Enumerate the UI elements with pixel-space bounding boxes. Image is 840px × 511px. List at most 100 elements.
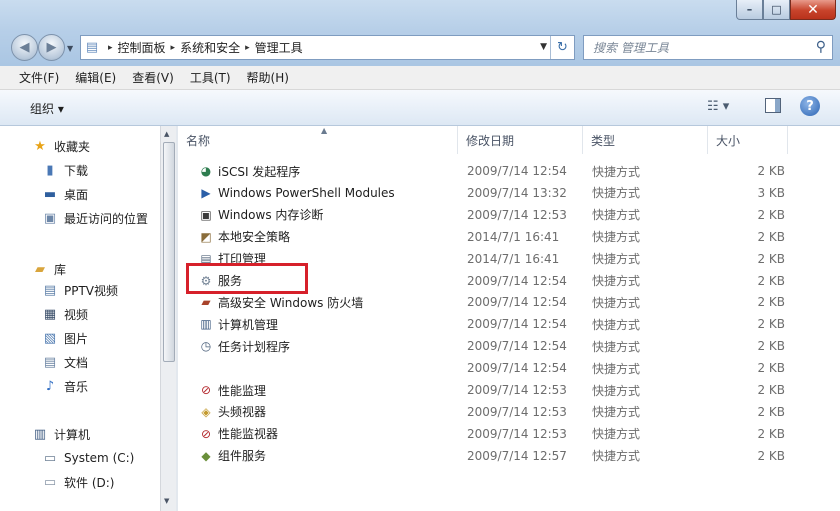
breadcrumb-admin-tools[interactable]: 管理工具 — [255, 39, 303, 56]
sidebar-item[interactable]: ▤ 文档 — [41, 352, 88, 372]
breadcrumb-control-panel[interactable]: 控制面板 — [118, 39, 166, 56]
file-size: 2 KB — [757, 426, 785, 441]
sidebar-item[interactable]: ▤ PPTV视频 — [41, 280, 118, 300]
search-input[interactable]: 搜索 管理工具 ⚲ — [583, 35, 833, 60]
preview-pane-icon[interactable] — [765, 98, 781, 113]
change-view-icon[interactable]: ☷ ▾ — [707, 99, 729, 114]
scroll-down-icon[interactable]: ▼ — [164, 497, 169, 505]
address-dropdown-icon[interactable]: ▼ — [540, 42, 547, 52]
file-type: 快捷方式 — [592, 295, 641, 310]
sidebar-item[interactable]: ♪ 音乐 — [41, 376, 88, 396]
performance-monitor-icon: ⊘ — [200, 383, 212, 397]
search-icon[interactable]: ⚲ — [816, 39, 826, 55]
file-row[interactable]: ◈ 头频视器 2009/7/14 12:53 快捷方式 2 KB — [178, 401, 840, 423]
file-row[interactable]: ▶ Windows PowerShell Modules 2009/7/14 13:… — [178, 182, 840, 204]
file-row[interactable]: ▰ 高级安全 Windows 防火墙 2009/7/14 12:54 快捷方式 2 KB — [178, 291, 840, 313]
file-type: 快捷方式 — [592, 405, 641, 420]
menu-tools[interactable]: 工具(T) — [190, 69, 231, 86]
sidebar-item[interactable]: ▣ 最近访问的位置 — [41, 208, 148, 228]
chevron-right-icon[interactable]: ▸ — [108, 43, 113, 53]
refresh-button[interactable]: ↻ — [550, 36, 574, 59]
file-row[interactable]: ◕ iSCSI 发起程序 2009/7/14 12:54 快捷方式 2 KB — [178, 160, 840, 182]
chevron-right-icon[interactable]: ▸ — [245, 43, 250, 53]
column-header-name[interactable]: 名称 — [178, 126, 458, 154]
file-date: 2009/7/14 12:53 — [467, 426, 567, 441]
sidebar-item[interactable]: ▬ 桌面 — [41, 184, 88, 204]
sidebar-item-label: 最近访问的位置 — [64, 211, 149, 226]
sidebar-group-0[interactable]: ★ 收藏夹 — [31, 136, 90, 156]
recent-pages-button[interactable]: ▼ — [67, 44, 73, 53]
file-row[interactable]: ◩ 本地安全策略 2014/7/1 16:41 快捷方式 2 KB — [178, 226, 840, 248]
forward-arrow-icon: ▶ — [46, 40, 57, 55]
file-name: ◩ 本地安全策略 — [198, 226, 290, 248]
close-button[interactable]: ✕ — [790, 0, 836, 20]
file-row[interactable]: ◆ 组件服务 2009/7/14 12:57 快捷方式 2 KB — [178, 445, 840, 467]
back-button[interactable]: ◀ — [11, 34, 38, 61]
file-name: ▥ 计算机管理 — [198, 313, 278, 335]
back-arrow-icon: ◀ — [19, 40, 30, 55]
sidebar-item[interactable]: ▭ System (C:) — [41, 448, 135, 468]
menu-edit[interactable]: 编辑(E) — [75, 69, 116, 86]
column-header-type[interactable]: 类型 — [583, 126, 708, 154]
sidebar-item-label: 下载 — [64, 163, 89, 178]
file-type: 快捷方式 — [592, 252, 641, 267]
scroll-up-icon[interactable]: ▲ — [164, 130, 169, 138]
sidebar-group-1[interactable]: ▰ 库 — [31, 259, 66, 279]
file-date: 2009/7/14 12:54 — [467, 295, 567, 310]
menu-help[interactable]: 帮助(H) — [247, 69, 289, 86]
menu-bar: 文件(F) 编辑(E) 查看(V) 工具(T) 帮助(H) — [0, 66, 840, 90]
sidebar-item-label: System (C:) — [64, 451, 135, 465]
file-type: 快捷方式 — [592, 230, 641, 245]
file-date: 2009/7/14 12:53 — [467, 404, 567, 419]
file-date: 2009/7/14 12:54 — [467, 339, 567, 354]
computer-management-icon: ▥ — [200, 317, 212, 332]
file-size: 2 KB — [757, 229, 785, 244]
file-row[interactable]: ⊘ 性能监理 2009/7/14 12:53 快捷方式 2 KB — [178, 379, 840, 401]
memory-diagnostic-icon: ▣ — [200, 207, 212, 222]
star-icon: ★ — [34, 138, 46, 154]
sidebar-item[interactable]: ▭ 软件 (D:) — [41, 472, 115, 492]
sidebar-item-label: 图片 — [64, 331, 89, 346]
file-row[interactable]: ▥ 计算机管理 2009/7/14 12:54 快捷方式 2 KB — [178, 313, 840, 335]
event-viewer-icon: ◈ — [201, 404, 211, 419]
search-placeholder: 搜索 管理工具 — [593, 41, 669, 55]
menu-view[interactable]: 查看(V) — [132, 69, 174, 86]
file-row[interactable]: ◷ 任务计划程序 2009/7/14 12:54 快捷方式 2 KB — [178, 335, 840, 357]
maximize-button[interactable]: □ — [763, 0, 790, 20]
library-icon: ▰ — [35, 261, 45, 277]
sidebar-item[interactable]: ▧ 图片 — [41, 328, 88, 348]
column-header-size[interactable]: 大小 — [708, 126, 788, 154]
drive-icon: ▭ — [43, 474, 57, 490]
file-date: 2009/7/14 12:53 — [467, 383, 567, 397]
file-type: 快捷方式 — [592, 427, 641, 442]
menu-file[interactable]: 文件(F) — [19, 69, 59, 86]
computer-icon: ▥ — [33, 426, 47, 442]
file-row[interactable]: ⊘ 性能监视器 2009/7/14 12:53 快捷方式 2 KB — [178, 423, 840, 445]
chevron-right-icon[interactable]: ▸ — [171, 43, 176, 53]
breadcrumb-system-security[interactable]: 系统和安全 — [180, 39, 240, 56]
file-date: 2009/7/14 13:32 — [467, 185, 567, 200]
file-size: 2 KB — [757, 207, 785, 222]
file-size: 2 KB — [757, 317, 785, 332]
file-size: 2 KB — [757, 339, 785, 354]
column-header-date[interactable]: 修改日期 — [458, 126, 583, 154]
minimize-button[interactable]: – — [736, 0, 763, 20]
sidebar-item[interactable]: ▦ 视频 — [41, 304, 88, 324]
folder-icon: ▤ — [85, 40, 99, 55]
component-services-icon: ◆ — [201, 448, 211, 463]
sidebar-item-label: 视频 — [64, 307, 89, 322]
address-bar[interactable]: ▤ ▸ 控制面板 ▸ 系统和安全 ▸ 管理工具 ▼ ↻ — [80, 35, 575, 60]
file-type: 快捷方式 — [592, 164, 641, 179]
help-icon[interactable]: ? — [800, 96, 820, 116]
sidebar-item[interactable]: ▮ 下载 — [41, 160, 88, 180]
powershell-icon: ▶ — [201, 185, 211, 200]
file-row[interactable]: ▣ Windows 内存诊断 2009/7/14 12:53 快捷方式 2 KB — [178, 204, 840, 226]
sidebar-item-label: 桌面 — [64, 187, 89, 202]
file-size: 2 KB — [757, 251, 785, 266]
forward-button[interactable]: ▶ — [38, 34, 65, 61]
navigation-scrollbar[interactable]: ▲ ▼ — [160, 126, 176, 511]
file-row[interactable]: 2009/7/14 12:54 快捷方式 2 KB — [178, 357, 840, 379]
sidebar-group-2[interactable]: ▥ 计算机 — [31, 424, 90, 444]
scrollbar-thumb[interactable] — [163, 142, 175, 362]
organize-button[interactable]: 组织 ▾ — [30, 100, 64, 117]
